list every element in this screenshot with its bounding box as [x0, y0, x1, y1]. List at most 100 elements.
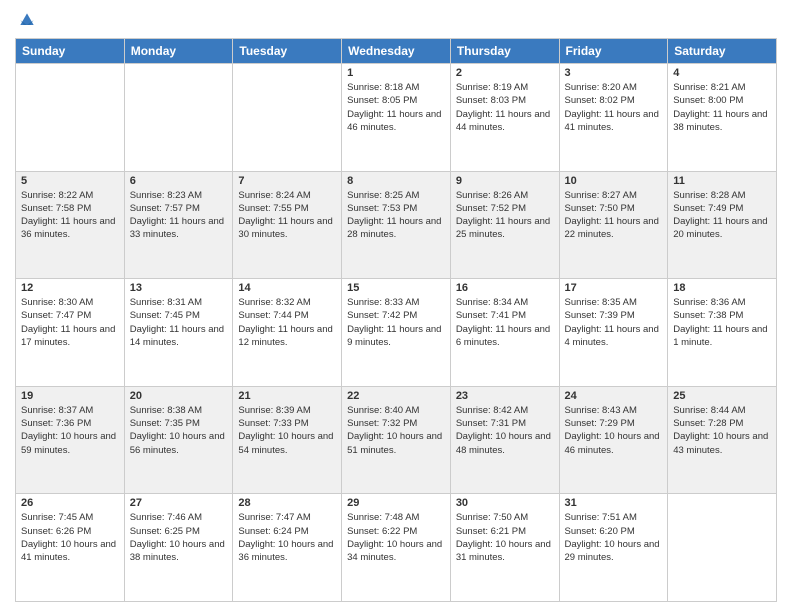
- daylight-hours: Daylight: 10 hours and 59 minutes.: [21, 430, 119, 457]
- daylight-hours: Daylight: 10 hours and 46 minutes.: [565, 430, 663, 457]
- day-number: 24: [565, 390, 663, 402]
- calendar-cell: [668, 494, 777, 602]
- sunset-info: Sunset: 6:26 PM: [21, 525, 119, 538]
- day-info: Sunrise: 8:28 AMSunset: 7:49 PMDaylight:…: [673, 189, 771, 242]
- calendar-cell: 28 Sunrise: 7:47 AMSunset: 6:24 PMDayligh…: [233, 494, 342, 602]
- weekday-header-row: SundayMondayTuesdayWednesdayThursdayFrid…: [16, 39, 777, 64]
- daylight-hours: Daylight: 10 hours and 54 minutes.: [238, 430, 336, 457]
- day-info: Sunrise: 8:40 AMSunset: 7:32 PMDaylight:…: [347, 404, 445, 457]
- sunset-info: Sunset: 7:49 PM: [673, 202, 771, 215]
- calendar-cell: 8Sunrise: 8:25 AMSunset: 7:53 PMDaylight…: [342, 171, 451, 279]
- day-number: 14: [238, 282, 336, 294]
- sunrise-info: Sunrise: 8:28 AM: [673, 189, 771, 202]
- day-number: 13: [130, 282, 228, 294]
- calendar-cell: 30Sunrise: 7:50 AMSunset: 6:21 PMDayligh…: [450, 494, 559, 602]
- calendar-week-2: 12Sunrise: 8:30 AMSunset: 7:47 PMDayligh…: [16, 279, 777, 387]
- sunrise-info: Sunrise: 7:51 AM: [565, 511, 663, 524]
- sunset-info: Sunset: 6:20 PM: [565, 525, 663, 538]
- day-number: 16: [456, 282, 554, 294]
- day-info: Sunrise: 8:20 AMSunset: 8:02 PMDaylight:…: [565, 81, 663, 134]
- sunset-info: Sunset: 7:36 PM: [21, 417, 119, 430]
- daylight-hours: Daylight: 10 hours and 56 minutes.: [130, 430, 228, 457]
- day-number: 1: [347, 67, 445, 79]
- day-info: Sunrise: 8:44 AMSunset: 7:28 PMDaylight:…: [673, 404, 771, 457]
- sunset-info: Sunset: 7:28 PM: [673, 417, 771, 430]
- day-number: 3: [565, 67, 663, 79]
- calendar-cell: 7 Sunrise: 8:24 AMSunset: 7:55 PMDaylight…: [233, 171, 342, 279]
- weekday-header-friday: Friday: [559, 39, 668, 64]
- calendar-cell: [124, 64, 233, 172]
- sunset-info: Sunset: 8:00 PM: [673, 94, 771, 107]
- day-info: Sunrise: 7:47 AMSunset: 6:24 PMDaylight:…: [238, 511, 336, 564]
- sunrise-info: Sunrise: 8:26 AM: [456, 189, 554, 202]
- day-info: Sunrise: 8:21 AMSunset: 8:00 PMDaylight:…: [673, 81, 771, 134]
- sunrise-info: Sunrise: 8:30 AM: [21, 296, 119, 309]
- day-info: Sunrise: 7:45 AMSunset: 6:26 PMDaylight:…: [21, 511, 119, 564]
- sunrise-info: Sunrise: 8:18 AM: [347, 81, 445, 94]
- day-info: Sunrise: 8:34 AMSunset: 7:41 PMDaylight:…: [456, 296, 554, 349]
- day-info: Sunrise: 7:50 AMSunset: 6:21 PMDaylight:…: [456, 511, 554, 564]
- sunrise-info: Sunrise: 7:47 AM: [238, 511, 336, 524]
- logo: [15, 10, 37, 30]
- weekday-header-sunday: Sunday: [16, 39, 125, 64]
- sunset-info: Sunset: 7:55 PM: [238, 202, 336, 215]
- sunset-info: Sunset: 6:22 PM: [347, 525, 445, 538]
- daylight-hours: Daylight: 11 hours and 46 minutes.: [347, 108, 445, 135]
- day-number: 11: [673, 175, 771, 187]
- calendar-cell: [233, 64, 342, 172]
- sunrise-info: Sunrise: 7:45 AM: [21, 511, 119, 524]
- sunrise-info: Sunrise: 8:24 AM: [238, 189, 336, 202]
- sunset-info: Sunset: 7:39 PM: [565, 309, 663, 322]
- day-info: Sunrise: 8:42 AMSunset: 7:31 PMDaylight:…: [456, 404, 554, 457]
- day-number: 28: [238, 497, 336, 509]
- day-info: Sunrise: 7:48 AMSunset: 6:22 PMDaylight:…: [347, 511, 445, 564]
- day-number: 8: [347, 175, 445, 187]
- weekday-header-monday: Monday: [124, 39, 233, 64]
- day-info: Sunrise: 8:31 AMSunset: 7:45 PMDaylight:…: [130, 296, 228, 349]
- sunrise-info: Sunrise: 8:37 AM: [21, 404, 119, 417]
- calendar-cell: 3 Sunrise: 8:20 AMSunset: 8:02 PMDaylight…: [559, 64, 668, 172]
- daylight-hours: Daylight: 10 hours and 34 minutes.: [347, 538, 445, 565]
- day-info: Sunrise: 8:22 AMSunset: 7:58 PMDaylight:…: [21, 189, 119, 242]
- day-info: Sunrise: 8:37 AMSunset: 7:36 PMDaylight:…: [21, 404, 119, 457]
- sunrise-info: Sunrise: 8:20 AM: [565, 81, 663, 94]
- calendar-cell: 22Sunrise: 8:40 AMSunset: 7:32 PMDayligh…: [342, 386, 451, 494]
- daylight-hours: Daylight: 11 hours and 28 minutes.: [347, 215, 445, 242]
- sunrise-info: Sunrise: 8:32 AM: [238, 296, 336, 309]
- day-number: 27: [130, 497, 228, 509]
- day-number: 29: [347, 497, 445, 509]
- daylight-hours: Daylight: 11 hours and 30 minutes.: [238, 215, 336, 242]
- day-number: 15: [347, 282, 445, 294]
- sunrise-info: Sunrise: 8:23 AM: [130, 189, 228, 202]
- day-info: Sunrise: 8:32 AMSunset: 7:44 PMDaylight:…: [238, 296, 336, 349]
- header: [15, 10, 777, 30]
- sunset-info: Sunset: 8:02 PM: [565, 94, 663, 107]
- sunset-info: Sunset: 7:58 PM: [21, 202, 119, 215]
- calendar-cell: 15Sunrise: 8:33 AMSunset: 7:42 PMDayligh…: [342, 279, 451, 387]
- sunset-info: Sunset: 7:44 PM: [238, 309, 336, 322]
- day-number: 7: [238, 175, 336, 187]
- day-info: Sunrise: 8:36 AMSunset: 7:38 PMDaylight:…: [673, 296, 771, 349]
- sunset-info: Sunset: 7:31 PM: [456, 417, 554, 430]
- calendar-cell: 2Sunrise: 8:19 AMSunset: 8:03 PMDaylight…: [450, 64, 559, 172]
- daylight-hours: Daylight: 11 hours and 20 minutes.: [673, 215, 771, 242]
- sunrise-info: Sunrise: 8:33 AM: [347, 296, 445, 309]
- daylight-hours: Daylight: 11 hours and 12 minutes.: [238, 323, 336, 350]
- sunrise-info: Sunrise: 7:48 AM: [347, 511, 445, 524]
- sunrise-info: Sunrise: 8:19 AM: [456, 81, 554, 94]
- calendar-cell: [16, 64, 125, 172]
- weekday-header-tuesday: Tuesday: [233, 39, 342, 64]
- sunrise-info: Sunrise: 8:38 AM: [130, 404, 228, 417]
- calendar-week-3: 19Sunrise: 8:37 AMSunset: 7:36 PMDayligh…: [16, 386, 777, 494]
- day-number: 26: [21, 497, 119, 509]
- calendar-cell: 18Sunrise: 8:36 AMSunset: 7:38 PMDayligh…: [668, 279, 777, 387]
- daylight-hours: Daylight: 10 hours and 29 minutes.: [565, 538, 663, 565]
- sunset-info: Sunset: 7:42 PM: [347, 309, 445, 322]
- day-info: Sunrise: 8:24 AMSunset: 7:55 PMDaylight:…: [238, 189, 336, 242]
- day-info: Sunrise: 8:39 AMSunset: 7:33 PMDaylight:…: [238, 404, 336, 457]
- sunrise-info: Sunrise: 8:22 AM: [21, 189, 119, 202]
- day-number: 23: [456, 390, 554, 402]
- sunset-info: Sunset: 7:52 PM: [456, 202, 554, 215]
- sunset-info: Sunset: 7:41 PM: [456, 309, 554, 322]
- daylight-hours: Daylight: 10 hours and 41 minutes.: [21, 538, 119, 565]
